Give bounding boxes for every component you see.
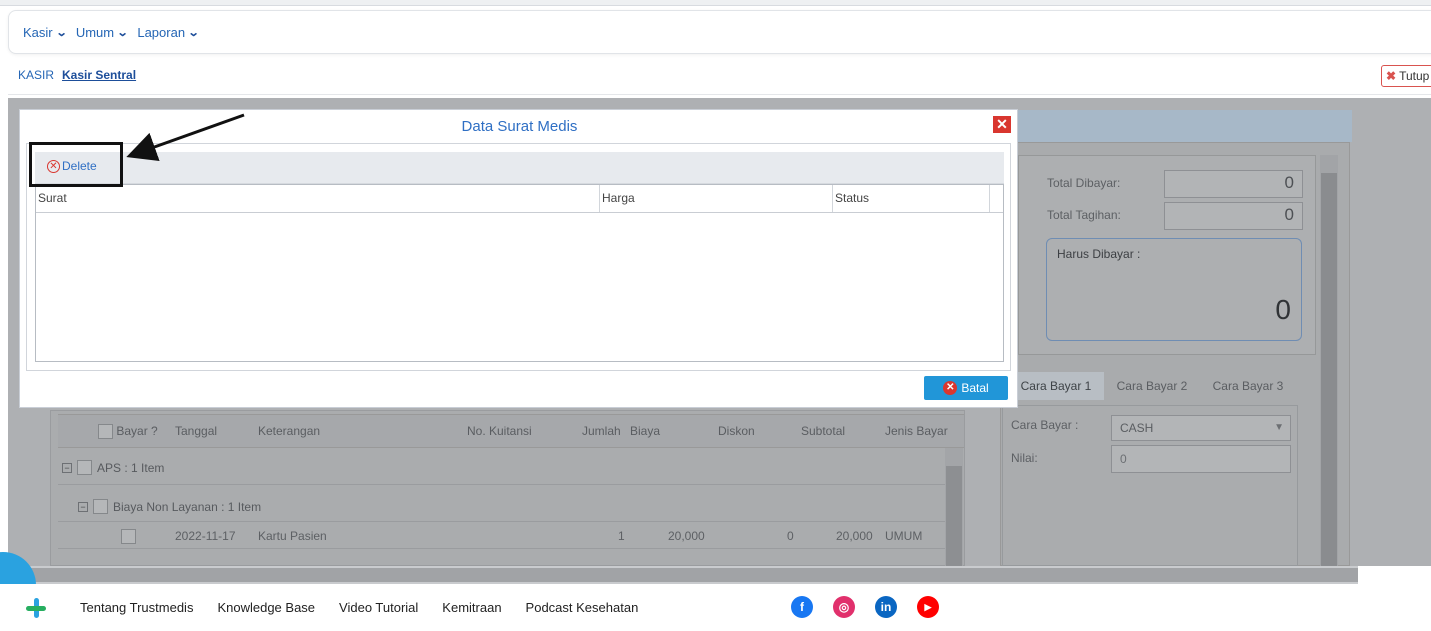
footer-link-podcast[interactable]: Podcast Kesehatan [526, 600, 639, 615]
group-aps-checkbox[interactable] [77, 460, 92, 475]
footer-link-kemitraan[interactable]: Kemitraan [442, 600, 501, 615]
col-diskon: Diskon [718, 424, 755, 438]
group-aps[interactable]: − APS : 1 Item [62, 460, 164, 475]
surat-grid-header: Surat Harga Status [36, 185, 1003, 213]
tutup-button[interactable]: ✖ Tutup [1381, 65, 1431, 87]
group-biaya-checkbox[interactable] [93, 499, 108, 514]
collapse-icon[interactable]: − [62, 462, 72, 473]
cara-bayar-select[interactable]: CASH ▼ [1111, 415, 1291, 441]
batal-button[interactable]: ✕ Batal [924, 376, 1008, 400]
cara-bayar-value: CASH [1120, 421, 1154, 435]
total-tagihan-field: 0 [1164, 202, 1303, 230]
footer-link-knowledge-base[interactable]: Knowledge Base [217, 600, 315, 615]
chevron-down-icon: ⌄ [187, 26, 200, 39]
select-all-checkbox[interactable] [98, 424, 113, 440]
nilai-label: Nilai: [1011, 451, 1038, 465]
breadcrumb-root[interactable]: KASIR [18, 68, 54, 82]
linkedin-icon[interactable]: in [875, 596, 897, 618]
dialog-title: Data Surat Medis [461, 118, 578, 135]
chevron-down-icon: ▼ [1274, 422, 1284, 433]
footer: Tentang Trustmedis Knowledge Base Video … [0, 584, 1431, 631]
breadcrumb: KASIR Kasir Sentral [18, 68, 136, 82]
row-divider [58, 548, 945, 549]
total-dibayar-field: 0 [1164, 170, 1303, 198]
col-no-kuitansi: No. Kuitansi [467, 424, 532, 438]
social-links: f ◎ in ▶ [791, 596, 939, 618]
col-surat[interactable]: Surat [36, 185, 600, 212]
collapse-icon[interactable]: − [78, 501, 88, 512]
breadcrumb-current[interactable]: Kasir Sentral [62, 68, 136, 82]
nav-umum[interactable]: Umum ⌄ [75, 24, 129, 40]
footer-links: Tentang Trustmedis Knowledge Base Video … [80, 600, 638, 615]
cara-bayar-tabs: Cara Bayar 1 Cara Bayar 2 Cara Bayar 3 [1008, 372, 1296, 400]
group-aps-label: APS : 1 Item [97, 460, 165, 475]
tab-cara-bayar-2[interactable]: Cara Bayar 2 [1104, 372, 1200, 400]
footer-link-tentang[interactable]: Tentang Trustmedis [80, 600, 193, 615]
col-subtotal: Subtotal [801, 424, 846, 438]
row-jenis-bayar: UMUM [885, 529, 923, 543]
nav-laporan-label: Laporan [137, 24, 186, 40]
row-divider [58, 484, 945, 485]
chevron-down-icon: ⌄ [55, 26, 68, 39]
col-harga[interactable]: Harga [600, 185, 833, 212]
row-tanggal: 2022-11-17 [175, 529, 236, 543]
col-bayar: Bayar ? [98, 414, 158, 448]
youtube-icon[interactable]: ▶ [917, 596, 939, 618]
cancel-icon: ✕ [943, 381, 958, 395]
divider [8, 94, 1431, 95]
top-bar-edge [0, 0, 1431, 6]
tutup-label: Tutup [1399, 69, 1430, 83]
total-dibayar-label: Total Dibayar: [1047, 176, 1121, 190]
facebook-icon[interactable]: f [791, 596, 813, 618]
row-subtotal: 20,000 [836, 529, 873, 543]
payment-panel-header [1000, 110, 1352, 142]
dialog-toolbar: ✕ Delete [35, 152, 1004, 184]
tab-cara-bayar-3[interactable]: Cara Bayar 3 [1200, 372, 1296, 400]
dialog-body: ✕ Delete Surat Harga Status [26, 143, 1011, 371]
group-biaya-non-layanan[interactable]: − Biaya Non Layanan : 1 Item [78, 499, 261, 514]
table-scrollbar-thumb[interactable] [946, 466, 962, 566]
row-diskon: 0 [787, 529, 794, 543]
col-biaya: Biaya [630, 424, 661, 438]
nav-umum-label: Umum [75, 24, 115, 40]
col-tanggal: Tanggal [175, 424, 218, 438]
tab-cara-bayar-1[interactable]: Cara Bayar 1 [1008, 372, 1104, 400]
row-jumlah: 1 [618, 529, 625, 543]
surat-grid: Surat Harga Status [35, 184, 1004, 362]
panel-scrollbar-thumb[interactable] [1321, 173, 1337, 566]
row-keterangan: Kartu Pasien [258, 529, 327, 543]
row-biaya: 20,000 [668, 529, 705, 543]
nav-kasir[interactable]: Kasir ⌄ [23, 24, 68, 40]
close-icon: ✖ [1386, 69, 1397, 83]
harus-dibayar-label: Harus Dibayar : [1057, 247, 1141, 261]
close-icon[interactable]: ✕ [993, 116, 1011, 133]
data-surat-medis-dialog: Data Surat Medis ✕ ✕ Delete Surat Harga … [19, 109, 1018, 408]
col-keterangan: Keterangan [258, 424, 321, 438]
batal-label: Batal [961, 381, 989, 395]
main-navbar: Kasir ⌄ Umum ⌄ Laporan ⌄ [8, 10, 1431, 54]
harus-dibayar-box: Harus Dibayar : 0 [1046, 238, 1302, 341]
row-checkbox[interactable] [121, 529, 136, 544]
cara-bayar-label: Cara Bayar : [1011, 418, 1079, 432]
col-bayar-label: Bayar ? [116, 424, 158, 438]
nilai-input[interactable]: 0 [1111, 445, 1291, 473]
instagram-icon[interactable]: ◎ [833, 596, 855, 618]
row-divider [58, 521, 945, 522]
chevron-down-icon: ⌄ [116, 26, 129, 39]
col-status[interactable]: Status [833, 185, 990, 212]
trustmedis-logo [26, 598, 46, 618]
footer-link-video-tutorial[interactable]: Video Tutorial [339, 600, 418, 615]
group-biaya-label: Biaya Non Layanan : 1 Item [113, 499, 262, 514]
col-jenis-bayar: Jenis Bayar [885, 424, 948, 438]
col-jumlah: Jumlah [582, 424, 621, 438]
nav-laporan[interactable]: Laporan ⌄ [137, 24, 200, 40]
total-tagihan-label: Total Tagihan: [1047, 208, 1121, 222]
nav-kasir-label: Kasir [23, 24, 53, 40]
annotation-highlight-box [29, 142, 123, 187]
harus-dibayar-value: 0 [1275, 294, 1291, 325]
horizontal-scrollbar-thumb[interactable] [28, 568, 1358, 582]
